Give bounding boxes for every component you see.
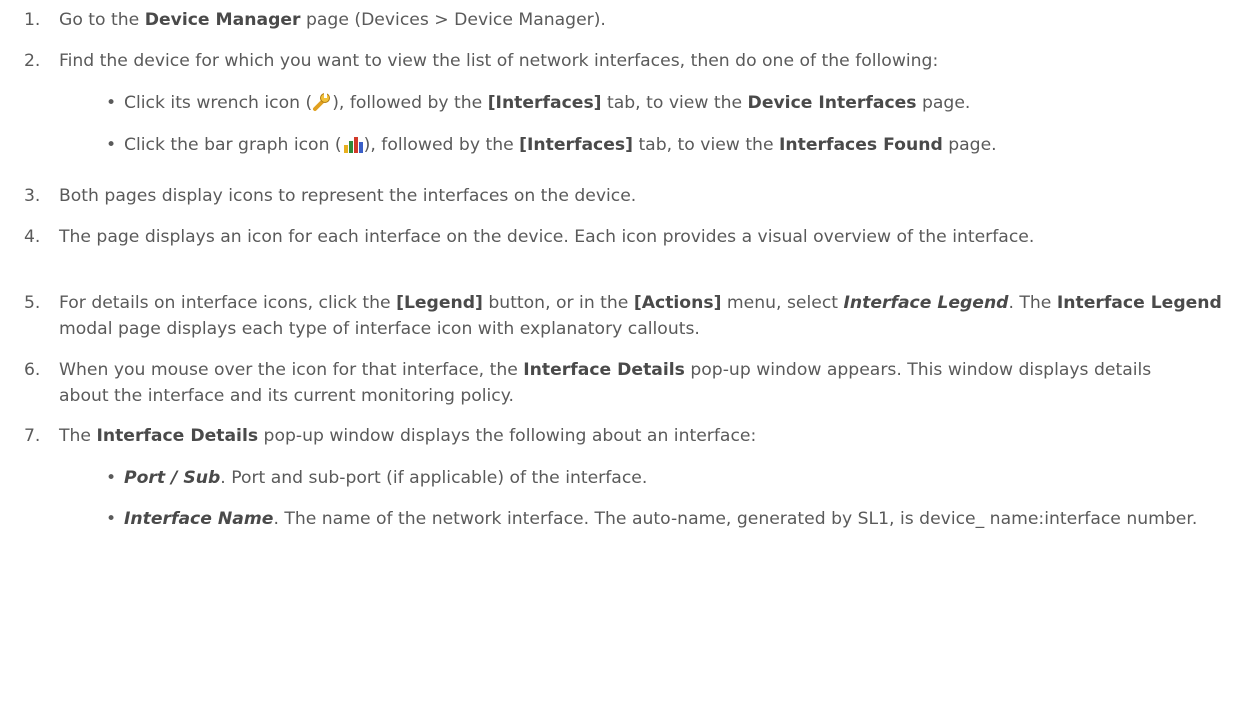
bullet-text: Click its wrench icon (), followed by th… (124, 90, 1234, 120)
step-number: 7. (24, 426, 41, 446)
step-number: 2. (24, 51, 41, 71)
bullet-dot: • (106, 468, 117, 488)
device-manager-label: Device Manager (144, 10, 301, 30)
step-text: The page displays an icon for each inter… (59, 227, 1035, 247)
bullet-text: Click the bar graph icon (), followed by… (124, 132, 1234, 162)
step-text: Find the device for which you want to vi… (59, 51, 939, 71)
step-number: 1. (24, 10, 41, 30)
bullet-dot: • (106, 135, 117, 155)
bar-graph-icon (342, 134, 364, 162)
bullet-text: Port / Sub. Port and sub-port (if applic… (124, 468, 648, 488)
step-number: 6. (24, 360, 41, 380)
step-text: When you mouse over the icon for that in… (59, 360, 1152, 406)
step-number: 3. (24, 186, 41, 206)
step-text: Go to the Device Manager page (Devices >… (59, 10, 606, 30)
step-text: For details on interface icons, click th… (59, 293, 1222, 339)
bullet-dot: • (106, 93, 117, 113)
step-text: Both pages display icons to represent th… (59, 186, 637, 206)
step-number: 5. (24, 293, 41, 313)
step-number: 4. (24, 227, 41, 247)
bullet-text: Interface Name. The name of the network … (124, 509, 1198, 529)
bullet-dot: • (106, 509, 117, 529)
step-text: The Interface Details pop-up window disp… (59, 426, 757, 446)
document-page: 1. Go to the Device Manager page (Device… (0, 0, 1234, 702)
wrench-icon (312, 92, 332, 120)
